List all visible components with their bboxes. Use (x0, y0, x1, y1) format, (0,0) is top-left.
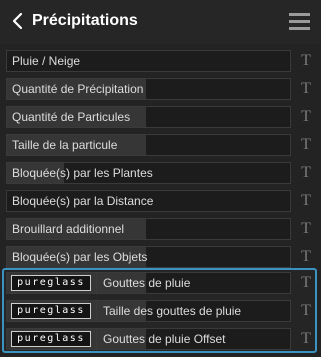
text-mode-icon[interactable]: T (299, 190, 313, 212)
text-mode-icon[interactable]: T (299, 300, 313, 322)
header-bar: Précipitations (0, 0, 321, 44)
setting-row-gouttes-de-pluie[interactable]: pureglass Gouttes de pluie (6, 272, 291, 294)
chevron-left-icon[interactable] (9, 10, 27, 32)
divider (96, 329, 97, 349)
text-mode-icon[interactable]: T (299, 50, 313, 72)
setting-label: Taille des gouttes de pluie (103, 304, 242, 318)
text-mode-icon[interactable]: T (299, 78, 313, 100)
setting-row-bloquee-plantes[interactable]: Bloquée(s) par les Plantes (6, 162, 291, 184)
pureglass-badge: pureglass (11, 331, 91, 347)
text-mode-icon[interactable]: T (299, 218, 313, 240)
text-mode-icon[interactable]: T (299, 134, 313, 156)
setting-label: Quantité de Particules (12, 110, 131, 124)
setting-row-pluie-neige[interactable]: Pluie / Neige (6, 50, 291, 72)
setting-row-quantite-precipitation[interactable]: Quantité de Précipitation (6, 78, 291, 100)
hamburger-menu-icon[interactable] (289, 11, 311, 31)
setting-label: Brouillard additionnel (12, 222, 125, 236)
page-title: Précipitations (32, 12, 138, 29)
text-mode-icon[interactable]: T (299, 272, 313, 294)
divider (96, 273, 97, 293)
text-mode-icon[interactable]: T (299, 246, 313, 268)
divider (96, 301, 97, 321)
setting-label: Bloquée(s) par les Plantes (12, 166, 153, 180)
setting-label: Quantité de Précipitation (12, 82, 144, 96)
setting-label: Taille de la particule (12, 138, 118, 152)
setting-row-quantite-particules[interactable]: Quantité de Particules (6, 106, 291, 128)
setting-row-taille-particule[interactable]: Taille de la particule (6, 134, 291, 156)
setting-row-gouttes-offset[interactable]: pureglass Gouttes de pluie Offset (6, 328, 291, 350)
setting-row-bloquee-distance[interactable]: Bloquée(s) par la Distance (6, 190, 291, 212)
setting-row-brouillard-additionnel[interactable]: Brouillard additionnel (6, 218, 291, 240)
setting-label: Gouttes de pluie (103, 276, 191, 290)
text-mode-icon[interactable]: T (299, 328, 313, 350)
setting-label: Bloquée(s) par la Distance (12, 194, 154, 208)
pureglass-badge: pureglass (11, 303, 91, 319)
setting-label: Gouttes de pluie Offset (103, 332, 226, 346)
text-mode-icon[interactable]: T (299, 162, 313, 184)
setting-label: Pluie / Neige (12, 54, 81, 68)
setting-row-taille-gouttes[interactable]: pureglass Taille des gouttes de pluie (6, 300, 291, 322)
setting-row-bloquee-objets[interactable]: Bloquée(s) par les Objets (6, 246, 291, 268)
setting-label: Bloquée(s) par les Objets (12, 250, 148, 264)
text-mode-icon[interactable]: T (299, 106, 313, 128)
pureglass-badge: pureglass (11, 275, 91, 291)
